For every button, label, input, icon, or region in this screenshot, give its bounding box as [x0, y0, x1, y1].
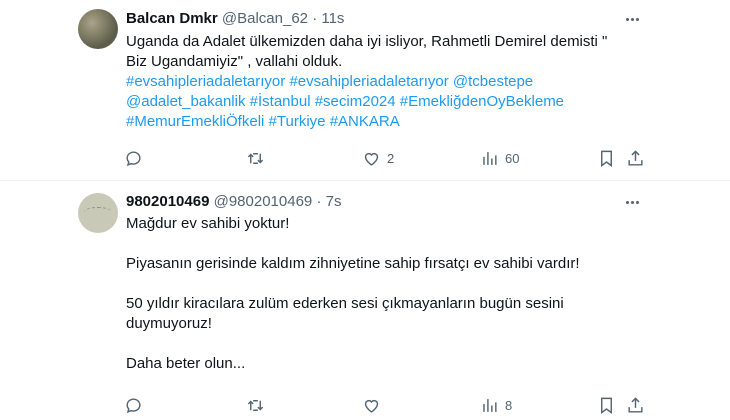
retweet-button[interactable]: [246, 148, 271, 168]
heart-icon: [364, 399, 379, 413]
timestamp[interactable]: 11s: [321, 10, 344, 27]
more-options-icon[interactable]: [620, 192, 644, 212]
like-button[interactable]: [362, 395, 387, 415]
views-icon: [483, 151, 497, 165]
hashtag[interactable]: #MemurEmekliÖfkeli: [126, 113, 264, 130]
bookmark-icon: [601, 150, 612, 167]
more-options-icon[interactable]: [620, 9, 644, 29]
heart-icon: [364, 152, 379, 166]
hashtag[interactable]: #EmekliğdenOyBekleme: [400, 93, 564, 110]
tweet-paragraph: 50 yıldır kiracılara zulüm ederken sesi …: [126, 295, 564, 332]
views-button[interactable]: 60: [480, 148, 519, 168]
share-button[interactable]: [626, 395, 645, 415]
views-icon: [483, 398, 497, 412]
hashtag[interactable]: #Turkiye: [269, 113, 326, 130]
tweet-header: Balcan Dmkr @Balcan_62 · 11s: [126, 9, 344, 29]
share-button[interactable]: [626, 148, 645, 168]
timestamp[interactable]: 7s: [326, 193, 342, 210]
reply-button[interactable]: [124, 395, 149, 415]
author-handle[interactable]: @9802010469: [214, 193, 313, 210]
mention[interactable]: @adalet_bakanlik: [126, 93, 245, 110]
tweet-body-text: Uganda da Adalet ülkemizden daha iyi isl…: [126, 33, 608, 70]
tweet-text: Uganda da Adalet ülkemizden daha iyi isl…: [126, 32, 626, 132]
tweet[interactable]: Balcan Dmkr @Balcan_62 · 11s Uganda da A…: [0, 0, 730, 180]
tweet-paragraph: Piyasanın gerisinde kaldım zihniyetine s…: [126, 255, 580, 272]
author-name[interactable]: 9802010469: [126, 193, 209, 210]
tweet-paragraph: Mağdur ev sahibi yoktur!: [126, 215, 290, 232]
view-count: 60: [505, 150, 520, 166]
author-handle[interactable]: @Balcan_62: [222, 10, 308, 27]
tweet-actions: 8: [124, 395, 643, 415]
share-icon: [628, 149, 643, 166]
hashtag[interactable]: #evsahipleriadaletarıyor: [289, 73, 448, 90]
like-count: 2: [387, 150, 395, 166]
bookmark-icon: [601, 397, 612, 414]
tweet-actions: 2 60: [124, 148, 643, 168]
tweet-paragraph: Daha beter olun...: [126, 355, 246, 372]
author-name[interactable]: Balcan Dmkr: [126, 10, 218, 27]
reply-button[interactable]: [124, 148, 149, 168]
separator: ·: [312, 10, 318, 27]
mention[interactable]: @tcbestepe: [453, 73, 533, 90]
like-button[interactable]: 2: [362, 148, 394, 168]
retweet-icon: [247, 399, 264, 411]
tweet-text: Mağdur ev sahibi yoktur! Piyasanın geris…: [126, 214, 626, 374]
avatar[interactable]: [78, 193, 118, 233]
hashtag[interactable]: #secim2024: [315, 93, 396, 110]
hashtag[interactable]: #evsahipleriadaletarıyor: [126, 73, 285, 90]
avatar[interactable]: [78, 9, 118, 49]
bookmark-button[interactable]: [597, 395, 616, 415]
retweet-button[interactable]: [246, 395, 271, 415]
reply-icon: [126, 150, 141, 166]
views-button[interactable]: 8: [480, 395, 512, 415]
hashtag[interactable]: #ANKARA: [330, 113, 400, 130]
reply-icon: [126, 397, 141, 413]
share-icon: [628, 396, 643, 413]
bookmark-button[interactable]: [597, 148, 616, 168]
view-count: 8: [505, 397, 513, 413]
tweet-header: 9802010469 @9802010469 · 7s: [126, 192, 341, 212]
retweet-icon: [247, 152, 264, 164]
separator: ·: [316, 193, 322, 210]
hashtag[interactable]: #İstanbul: [250, 93, 311, 110]
